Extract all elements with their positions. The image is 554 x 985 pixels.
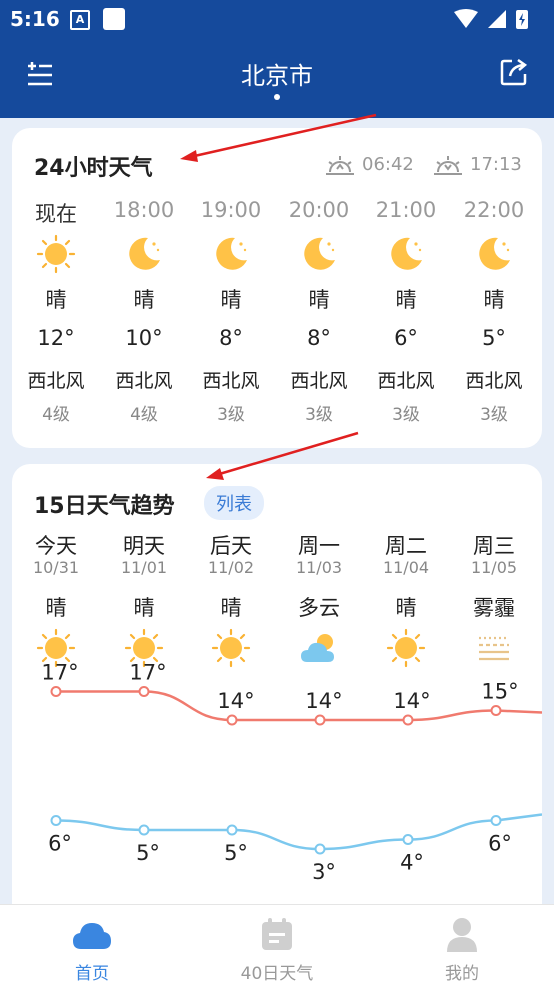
hourly-condition: 晴	[220, 288, 242, 312]
hourly-item: 20:00 晴 8° 西北风 3级	[275, 198, 363, 425]
high-temp-label: 14°	[393, 689, 430, 713]
high-temp-point	[138, 686, 150, 697]
hourly-temp: 8°	[219, 326, 243, 350]
hourly-condition: 晴	[45, 288, 67, 312]
status-bar: 5:16 A	[0, 0, 554, 38]
low-temp-point	[226, 824, 238, 836]
wifi-icon	[454, 9, 478, 28]
low-temp-point	[50, 815, 62, 826]
hourly-time: 18:00	[113, 198, 175, 222]
hourly-wind: 西北风	[115, 370, 173, 392]
hourly-wind-level: 4级	[42, 405, 70, 425]
hourly-temp: 10°	[125, 326, 163, 350]
hourly-item: 21:00 晴 6° 西北风 3级	[362, 198, 450, 425]
hourly-item: 19:00 晴 8° 西北风 3级	[187, 198, 275, 425]
high-temp-label: 17°	[41, 661, 78, 685]
page-indicator	[274, 94, 280, 100]
hourly-wind: 西北风	[290, 370, 348, 392]
hourly-wind-level: 3级	[217, 405, 245, 425]
share-icon[interactable]	[498, 56, 530, 88]
hourly-wind: 西北风	[27, 370, 85, 392]
low-temp-label: 4°	[400, 851, 424, 875]
cloud-icon	[73, 923, 111, 949]
system-status-icons	[454, 9, 528, 29]
hourly-condition: 晴	[308, 288, 330, 312]
notification-square-icon	[103, 8, 125, 30]
high-temp-label: 14°	[305, 689, 342, 713]
city-title[interactable]: 北京市	[0, 56, 554, 91]
hourly-wind-level: 3级	[480, 405, 508, 425]
nav-mine[interactable]: 我的	[392, 905, 532, 985]
hourly-wind: 西北风	[377, 370, 435, 392]
nav-40day[interactable]: 40日天气	[207, 905, 347, 985]
low-temp-line	[55, 813, 542, 851]
hourly-time: 21:00	[375, 198, 437, 222]
sunset-icon	[434, 156, 462, 175]
sunrise-time: 06:42	[362, 154, 414, 175]
hourly-item: 22:00 晴 5° 西北风 3级	[450, 198, 538, 425]
hourly-temp: 12°	[37, 326, 75, 350]
low-temp-label: 5°	[136, 841, 160, 865]
moon-icon	[479, 237, 510, 270]
hourly-wind-level: 3级	[392, 405, 420, 425]
high-temp-label: 17°	[129, 661, 166, 685]
sunset-time: 17:13	[470, 154, 522, 175]
bottom-navigation: 首页 40日天气 我的	[0, 904, 554, 985]
hourly-time: 19:00	[200, 198, 262, 222]
signal-icon	[488, 10, 506, 28]
moon-icon	[304, 237, 335, 270]
hourly-item: 现在 晴 12° 西北风 4级	[12, 198, 100, 425]
nav-home[interactable]: 首页	[22, 905, 162, 985]
hourly-time: 22:00	[463, 198, 525, 222]
hourly-condition: 晴	[395, 288, 417, 312]
hourly-wind: 西北风	[202, 370, 260, 392]
hourly-item: 18:00 晴 10° 西北风 4级	[100, 198, 188, 425]
low-temp-label: 5°	[224, 841, 248, 865]
low-temp-point	[490, 815, 502, 826]
daily-trend-card: 15日天气趋势 列表 今天 10/31 晴 明天 11/01 晴 后天 11/0…	[12, 464, 542, 924]
hourly-time: 现在	[35, 202, 77, 226]
hourly-temp: 8°	[307, 326, 331, 350]
hourly-forecast-card: 24小时天气 06:42 17:13 现在 晴 12° 西北风 4级 18:00	[12, 128, 542, 448]
nav-mine-label: 我的	[445, 964, 479, 984]
sun-icon	[36, 234, 76, 274]
high-temp-point	[490, 705, 502, 716]
low-temp-point	[138, 824, 150, 836]
status-time: 5:16	[10, 7, 60, 31]
hourly-wind: 西北风	[465, 370, 523, 392]
hourly-title: 24小时天气	[34, 156, 153, 181]
low-temp-point	[402, 834, 414, 845]
high-temp-label: 15°	[481, 680, 518, 704]
nav-40day-label: 40日天气	[240, 964, 314, 984]
low-temp-label: 6°	[488, 832, 512, 856]
hourly-temp: 5°	[482, 326, 506, 350]
high-temp-label: 14°	[217, 689, 254, 713]
moon-icon	[391, 237, 422, 270]
high-temp-point	[314, 714, 326, 726]
sunrise-icon	[326, 156, 354, 175]
hourly-condition: 晴	[133, 288, 155, 312]
hourly-temp: 6°	[394, 326, 418, 350]
low-temp-label: 6°	[48, 832, 72, 856]
high-temp-point	[402, 714, 414, 726]
moon-icon	[216, 237, 247, 270]
app-header: 北京市	[0, 38, 554, 118]
temperature-trend-chart: 17° 17° 14° 14° 14° 15° 6° 5° 5° 3° 4° 6°	[41, 661, 542, 884]
hourly-wind-level: 4级	[130, 405, 158, 425]
high-temp-line	[55, 690, 542, 722]
low-temp-point	[314, 843, 326, 855]
calendar-icon	[262, 918, 292, 950]
hourly-wind-level: 3级	[305, 405, 333, 425]
moon-icon	[129, 237, 160, 270]
high-temp-point	[50, 686, 62, 697]
high-temp-point	[226, 714, 238, 726]
hourly-time: 20:00	[288, 198, 350, 222]
nav-home-label: 首页	[75, 964, 109, 984]
user-icon	[447, 918, 477, 952]
notification-icon: A	[70, 10, 90, 30]
hourly-condition: 晴	[483, 288, 505, 312]
low-temp-label: 3°	[312, 860, 336, 884]
